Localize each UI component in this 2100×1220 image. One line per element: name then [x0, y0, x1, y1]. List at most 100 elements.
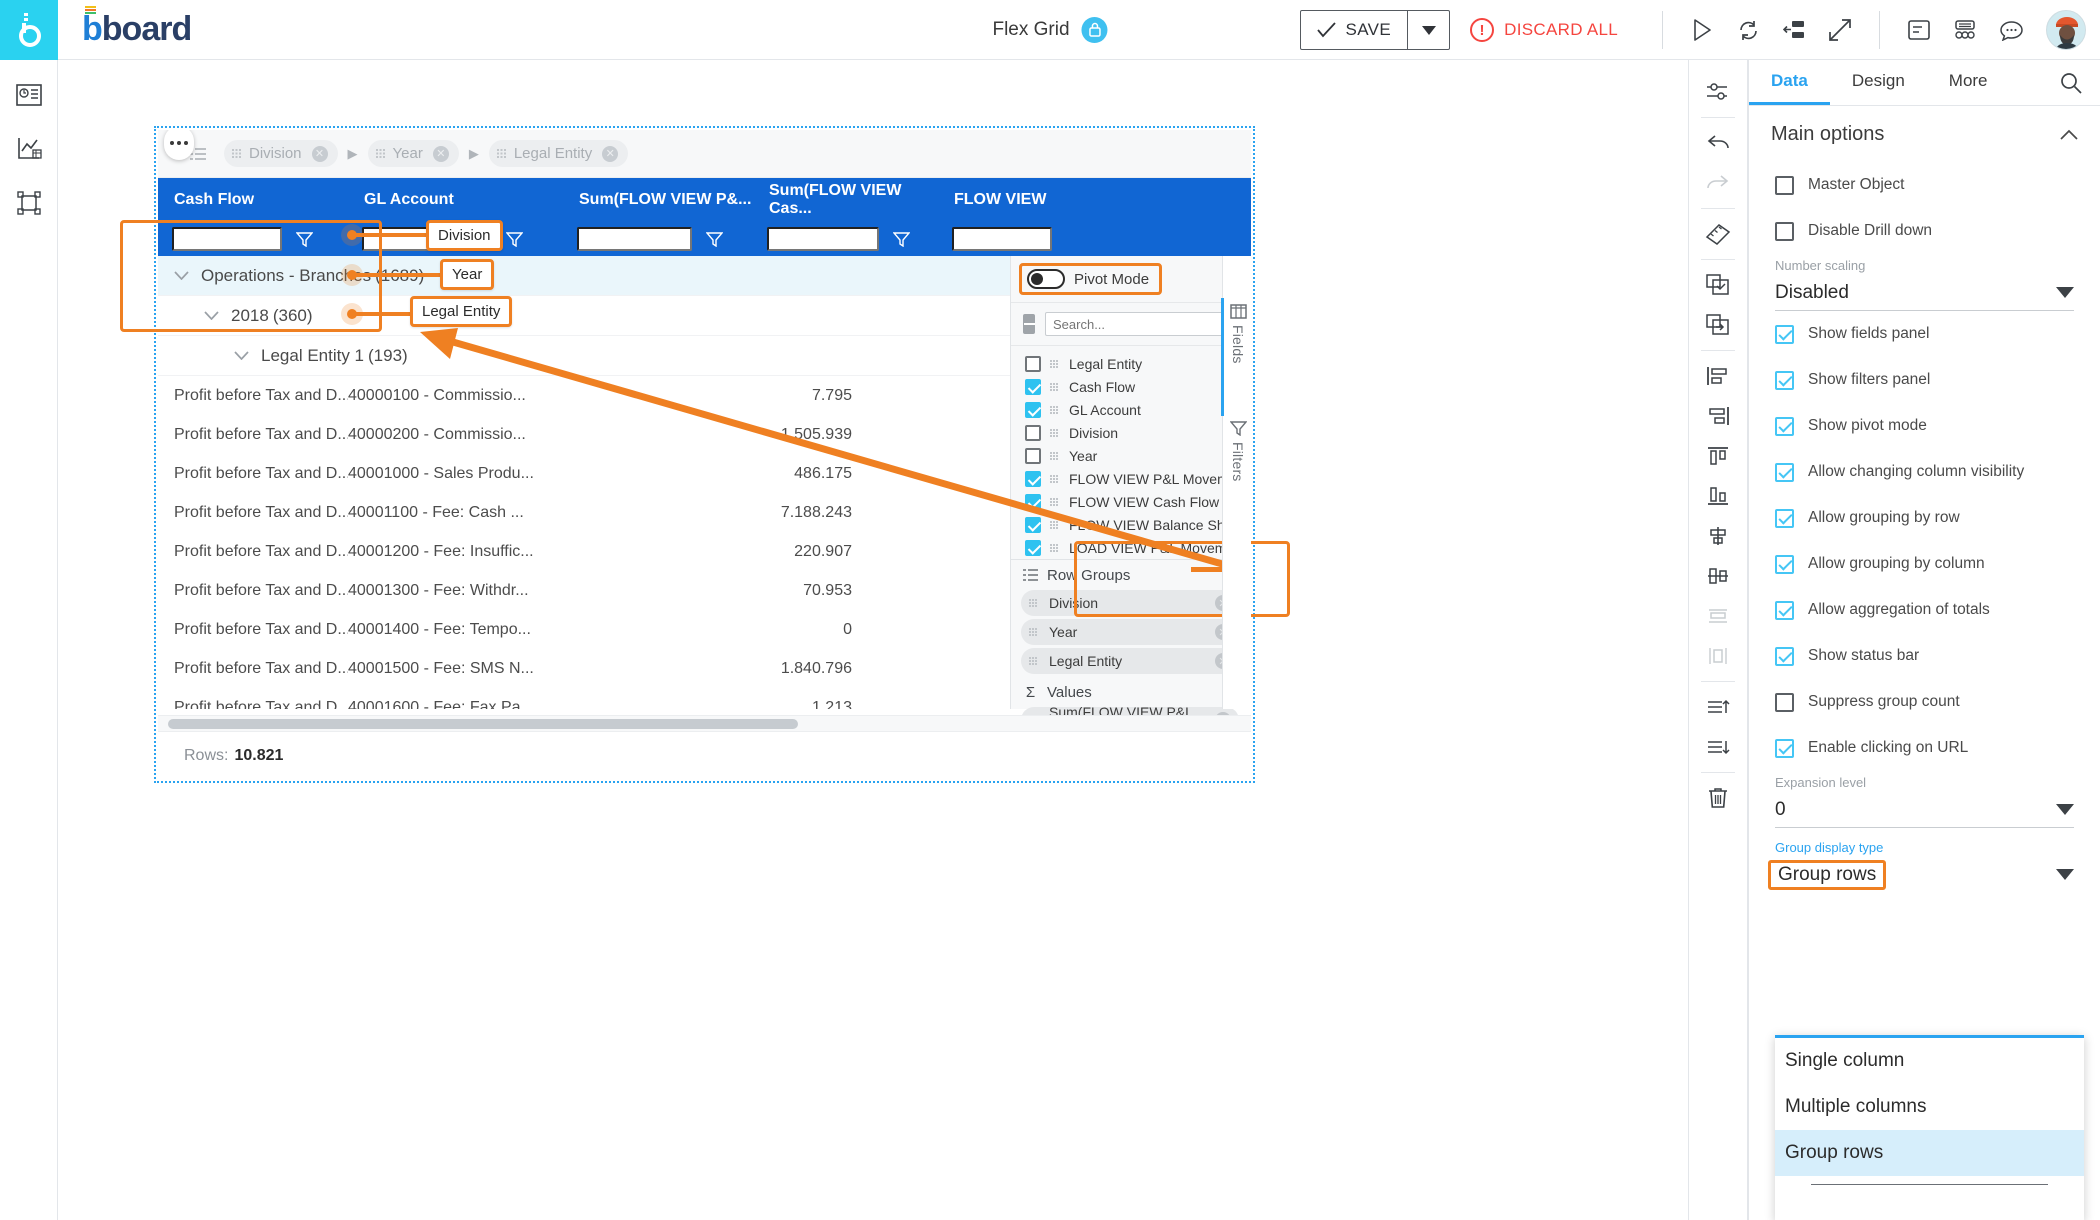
checkbox-row-allow-grouping-by-row[interactable]: Allow grouping by row: [1749, 495, 2100, 541]
tab-design[interactable]: Design: [1830, 60, 1927, 105]
filter-input-sum-pl[interactable]: [577, 227, 692, 251]
align-bottom-icon[interactable]: [1698, 476, 1738, 516]
checkbox[interactable]: [1775, 738, 1794, 758]
checkbox[interactable]: [1775, 221, 1794, 241]
align-center-v-icon[interactable]: [1698, 516, 1738, 556]
align-top-icon[interactable]: [1698, 436, 1738, 476]
checkbox[interactable]: [1025, 539, 1041, 556]
column-header-sum-pl[interactable]: Sum(FLOW VIEW P&...: [563, 191, 753, 209]
close-icon[interactable]: ✕: [311, 145, 328, 162]
close-icon[interactable]: ✕: [432, 145, 449, 162]
checkbox[interactable]: [1775, 646, 1794, 666]
checkbox[interactable]: [1025, 470, 1041, 487]
tab-filters[interactable]: Filters: [1223, 421, 1251, 482]
chevron-down-icon[interactable]: [2056, 864, 2074, 886]
align-center-h-icon[interactable]: [1698, 556, 1738, 596]
field-row-division[interactable]: Division: [1011, 421, 1249, 444]
distribute-h-icon[interactable]: [1698, 636, 1738, 676]
group-icon[interactable]: [1942, 10, 1988, 50]
checkbox[interactable]: [1775, 324, 1794, 344]
screen-icon[interactable]: [12, 78, 46, 112]
close-icon[interactable]: ✕: [602, 145, 619, 162]
chevron-down-icon[interactable]: [2056, 799, 2074, 821]
checkbox-row-master-object[interactable]: Master Object: [1749, 162, 2100, 208]
settings-sliders-icon[interactable]: [1698, 72, 1738, 112]
field-row-legal-entity[interactable]: Legal Entity: [1011, 352, 1249, 375]
column-header-sum-cash[interactable]: Sum(FLOW VIEW Cas...: [753, 182, 938, 218]
checkbox[interactable]: [1775, 508, 1794, 528]
collapse-icon[interactable]: [1023, 314, 1035, 334]
flex-grid-widget[interactable]: Division ✕ ▶ Year ✕ ▶ Legal Entity ✕ Cas…: [154, 126, 1255, 783]
undo-icon[interactable]: [1698, 123, 1738, 163]
checkbox-row-show-pivot-mode[interactable]: Show pivot mode: [1749, 403, 2100, 449]
breadcrumb-chip-year[interactable]: Year ✕: [367, 140, 459, 167]
field-row-cash-flow[interactable]: Cash Flow: [1011, 375, 1249, 398]
object-icon[interactable]: [12, 186, 46, 220]
expand-icon[interactable]: [1817, 10, 1863, 50]
field-row-flow-view-cash-flow[interactable]: FLOW VIEW Cash Flow: [1011, 490, 1249, 513]
checkbox[interactable]: [1775, 554, 1794, 574]
app-logo-tile[interactable]: [0, 0, 58, 60]
filter-input-cash-flow[interactable]: [172, 227, 282, 251]
checkbox-row-enable-clicking-on-url[interactable]: Enable clicking on URL: [1749, 725, 2100, 771]
field-row-year[interactable]: Year: [1011, 444, 1249, 467]
chevron-down-icon[interactable]: [234, 351, 249, 360]
copy-check-icon[interactable]: [1698, 265, 1738, 305]
comment-icon[interactable]: [1988, 10, 2034, 50]
checkbox[interactable]: [1025, 401, 1041, 418]
column-header-gl-account[interactable]: GL Account: [348, 191, 563, 209]
send-backward-icon[interactable]: [1698, 727, 1738, 767]
chevron-up-icon[interactable]: [2060, 123, 2078, 146]
checkbox[interactable]: [1025, 355, 1041, 372]
number-scaling-select[interactable]: Disabled: [1775, 275, 2074, 311]
field-row-flow-view-pl[interactable]: FLOW VIEW P&L Movem...: [1011, 467, 1249, 490]
layout-icon[interactable]: [1771, 10, 1817, 50]
chart-icon[interactable]: [12, 132, 46, 166]
breadcrumb-chip-division[interactable]: Division ✕: [224, 140, 338, 167]
checkbox[interactable]: [1025, 447, 1041, 464]
field-row-gl-account[interactable]: GL Account: [1011, 398, 1249, 421]
discard-all-button[interactable]: ! DISCARD ALL: [1470, 18, 1640, 42]
tab-more[interactable]: More: [1927, 60, 2010, 105]
chevron-down-icon[interactable]: [174, 271, 189, 280]
main-options-header[interactable]: Main options: [1749, 106, 2100, 162]
save-button[interactable]: SAVE: [1301, 11, 1407, 49]
filter-input-flow-view[interactable]: [952, 227, 1052, 251]
avatar[interactable]: [2046, 10, 2086, 50]
align-left-icon[interactable]: [1698, 356, 1738, 396]
checkbox[interactable]: [1775, 416, 1794, 436]
widget-menu-button[interactable]: [164, 130, 194, 160]
bring-forward-icon[interactable]: [1698, 687, 1738, 727]
checkbox[interactable]: [1025, 378, 1041, 395]
checkbox-row-suppress-group-count[interactable]: Suppress group count: [1749, 679, 2100, 725]
checkbox[interactable]: [1775, 692, 1794, 712]
checkbox[interactable]: [1775, 600, 1794, 620]
toggle-switch[interactable]: [1027, 269, 1065, 289]
refresh-icon[interactable]: [1725, 10, 1771, 50]
checkbox-row-show-status-bar[interactable]: Show status bar: [1749, 633, 2100, 679]
filter-input-sum-cash[interactable]: [767, 227, 879, 251]
search-input[interactable]: [1045, 312, 1237, 336]
checkbox[interactable]: [1025, 424, 1041, 441]
checkbox-row-allow-grouping-by-column[interactable]: Allow grouping by column: [1749, 541, 2100, 587]
redo-icon[interactable]: [1698, 163, 1738, 203]
checkbox-row-show-fields-panel[interactable]: Show fields panel: [1749, 311, 2100, 357]
ruler-icon[interactable]: [1698, 214, 1738, 254]
checkbox-row-disable-drill-down[interactable]: Disable Drill down: [1749, 208, 2100, 254]
trash-icon[interactable]: [1698, 778, 1738, 818]
dropdown-option-multiple-columns[interactable]: Multiple columns: [1775, 1084, 2084, 1130]
distribute-v-icon[interactable]: [1698, 596, 1738, 636]
checkbox[interactable]: [1775, 175, 1794, 195]
group-display-type-select[interactable]: Group rows: [1768, 857, 2074, 893]
chevron-down-icon[interactable]: [2056, 282, 2074, 304]
horizontal-scrollbar[interactable]: [158, 715, 1251, 731]
expansion-level-select[interactable]: 0: [1775, 792, 2074, 828]
breadcrumb-chip-legal-entity[interactable]: Legal Entity ✕: [488, 140, 629, 167]
row-group-pill-year[interactable]: Year ✕: [1021, 619, 1239, 645]
scrollbar-thumb[interactable]: [168, 718, 798, 729]
checkbox[interactable]: [1775, 462, 1794, 482]
checkbox[interactable]: [1025, 516, 1041, 533]
checkbox[interactable]: [1775, 370, 1794, 390]
dropdown-option-single-column[interactable]: Single column: [1775, 1038, 2084, 1084]
checkbox-row-allow-aggregation-of-totals[interactable]: Allow aggregation of totals: [1749, 587, 2100, 633]
